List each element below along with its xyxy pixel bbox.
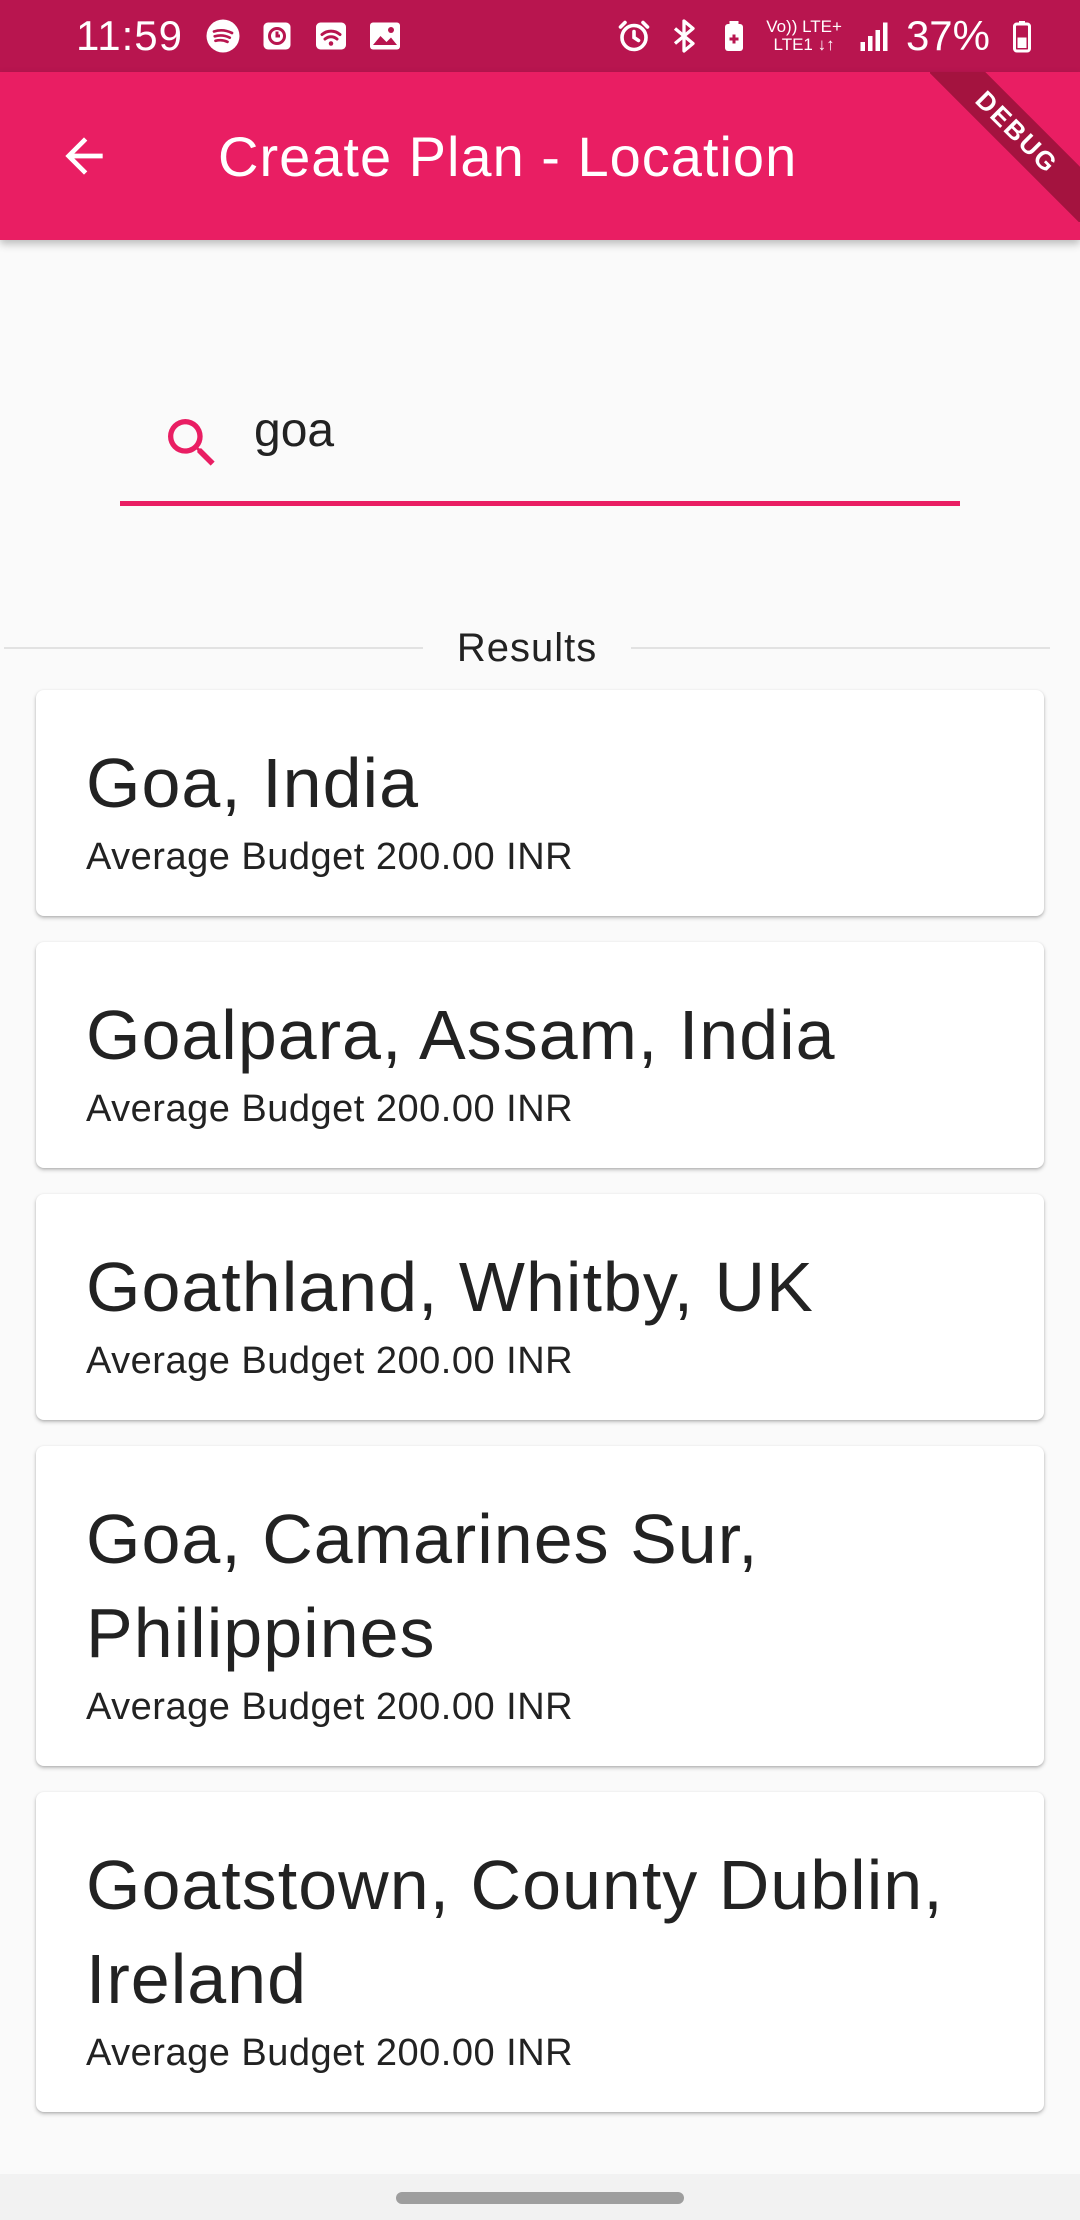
debug-banner: DEBUG: [930, 72, 1080, 222]
result-average-budget: Average Budget 200.00 INR: [86, 836, 574, 878]
result-average-budget: Average Budget 200.00 INR: [86, 1686, 574, 1728]
divider-line-right: [631, 647, 1051, 649]
result-location-name: Goa, Camarines Sur, Philippines: [86, 1500, 759, 1672]
result-card[interactable]: Goa, India Average Budget 200.00 INR: [36, 690, 1044, 916]
screen: 11:59 Vo)) LTE+ LTE1 ↓↑ 37% Create Plan …: [0, 0, 1080, 2220]
battery-icon: [1013, 21, 1031, 53]
bluetooth-icon: [674, 19, 695, 53]
wifi-calling-icon: [316, 22, 346, 50]
status-right: Vo)) LTE+ LTE1 ↓↑ 37%: [616, 12, 1040, 60]
status-bar: 11:59 Vo)) LTE+ LTE1 ↓↑ 37%: [0, 0, 1080, 72]
app-bar: Create Plan - Location DEBUG: [0, 72, 1080, 240]
spotify-icon: [206, 19, 240, 53]
status-left-icons: [205, 18, 403, 54]
clock-app-icon: [263, 22, 291, 50]
battery-percent: 37%: [905, 12, 990, 59]
result-card[interactable]: Goatstown, County Dublin, Ireland Averag…: [36, 1792, 1044, 2112]
result-location-name: Goa, India: [86, 744, 419, 822]
search-icon: [168, 418, 215, 466]
battery-saver-icon: [725, 21, 744, 51]
network-indicator: Vo)) LTE+ LTE1 ↓↑: [766, 17, 842, 54]
system-nav-bar: [0, 2174, 1080, 2220]
results-label: Results: [456, 625, 598, 670]
page-title: Create Plan - Location: [218, 124, 798, 188]
result-card[interactable]: Goathland, Whitby, UK Average Budget 200…: [36, 1194, 1044, 1420]
arrow-back-icon: [65, 137, 103, 175]
status-time: 11:59: [76, 12, 183, 59]
search-input[interactable]: [254, 403, 934, 458]
signal-icon: [860, 22, 888, 51]
divider-line-left: [4, 647, 423, 649]
result-card[interactable]: Goalpara, Assam, India Average Budget 20…: [36, 942, 1044, 1168]
result-card[interactable]: Goa, Camarines Sur, Philippines Average …: [36, 1446, 1044, 1766]
result-location-name: Goatstown, County Dublin, Ireland: [86, 1846, 944, 2018]
image-icon: [370, 22, 400, 50]
debug-label: DEBUG: [930, 72, 1080, 222]
results-list: Goa, India Average Budget 200.00 INR Goa…: [36, 690, 1044, 2138]
search-field[interactable]: [120, 370, 960, 506]
home-gesture-handle[interactable]: [396, 2192, 684, 2204]
back-button[interactable]: [36, 108, 132, 204]
result-average-budget: Average Budget 200.00 INR: [86, 1088, 574, 1130]
result-average-budget: Average Budget 200.00 INR: [86, 2032, 574, 2074]
results-divider: Results: [4, 620, 1051, 676]
result-location-name: Goathland, Whitby, UK: [86, 1248, 814, 1326]
result-average-budget: Average Budget 200.00 INR: [86, 1340, 574, 1382]
alarm-icon: [618, 20, 650, 52]
result-location-name: Goalpara, Assam, India: [86, 996, 836, 1074]
